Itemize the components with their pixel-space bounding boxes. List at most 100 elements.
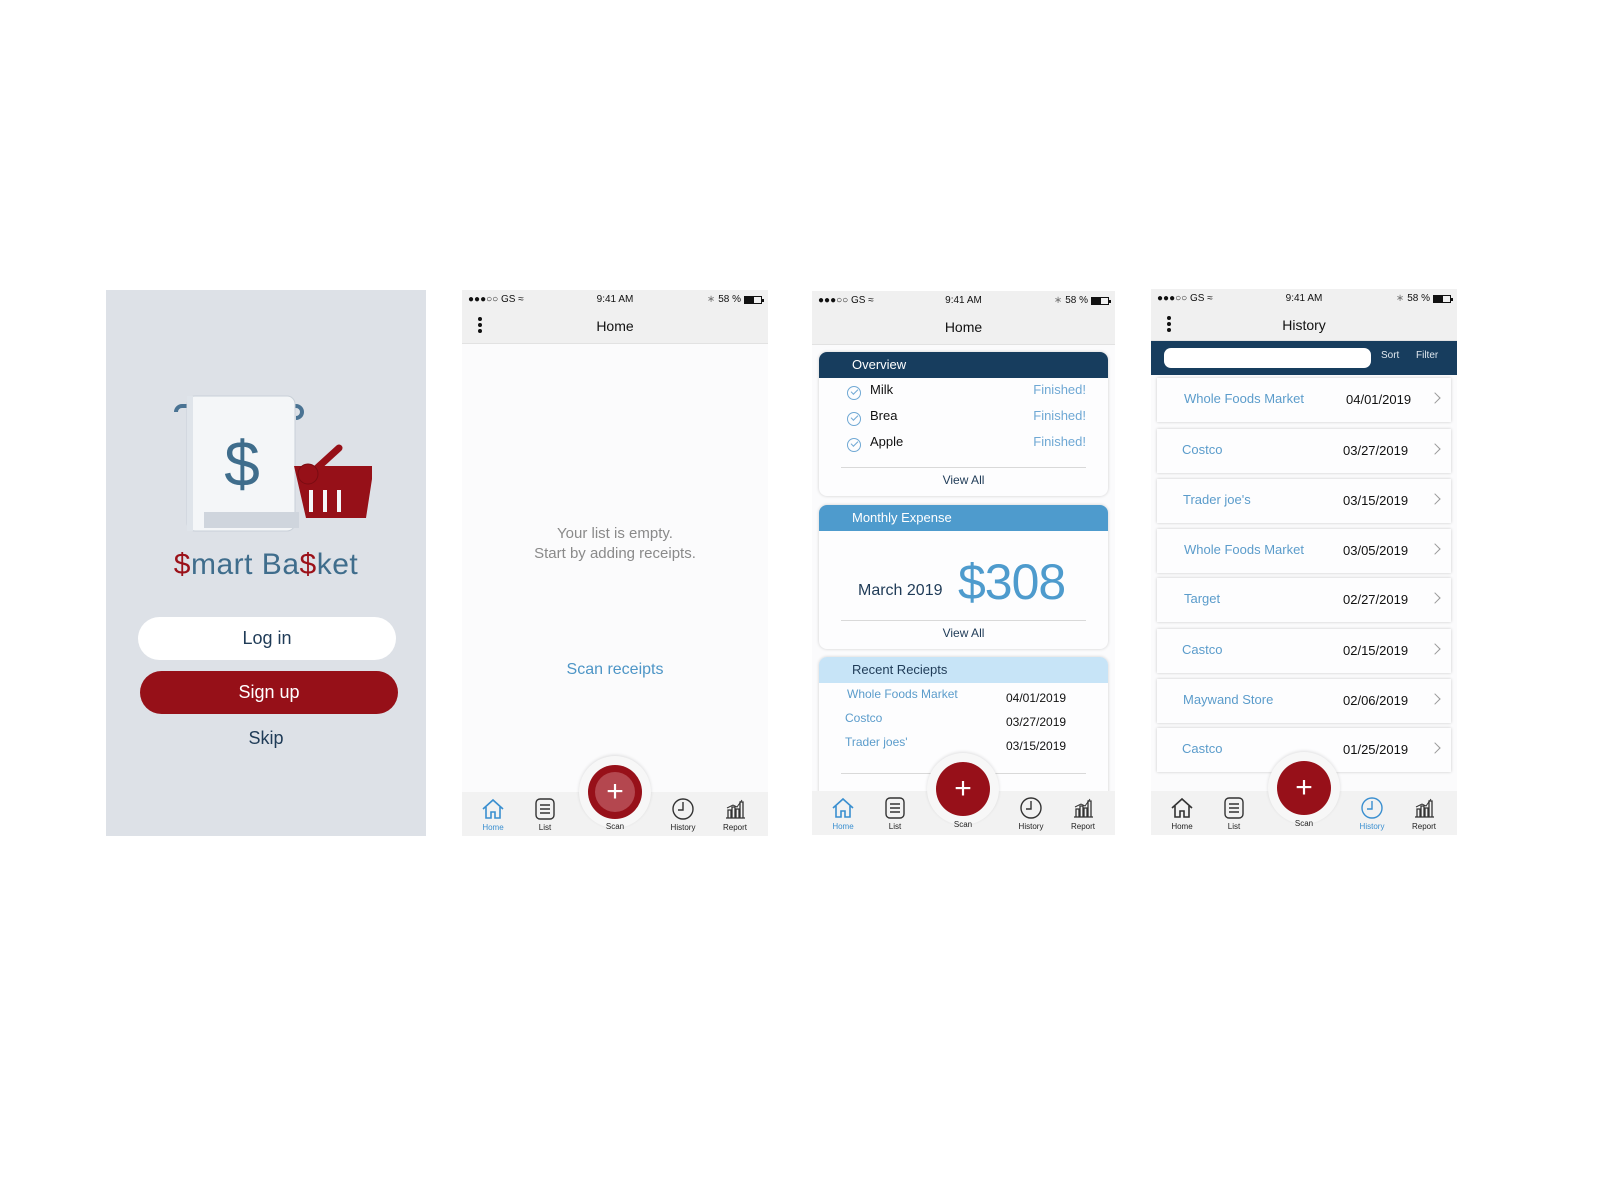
list-icon xyxy=(535,798,555,820)
history-row[interactable]: Whole Foods Market 03/05/2019 xyxy=(1157,529,1451,573)
history-row[interactable]: Castco 02/15/2019 xyxy=(1157,629,1451,673)
history-row[interactable]: Trader joe's 03/15/2019 xyxy=(1157,479,1451,523)
status-bar: ●●●○○ GS ≈ 9:41 AM ∗ 58 % xyxy=(1151,289,1457,307)
scan-button[interactable]: + xyxy=(588,765,642,819)
tab-home[interactable]: Home xyxy=(1160,795,1204,831)
tab-home[interactable]: Home xyxy=(821,795,865,831)
monthly-expense-heading: Monthly Expense xyxy=(819,505,1108,531)
expense-month: March 2019 xyxy=(858,582,943,599)
bluetooth-icon: ∗ xyxy=(706,294,716,305)
battery-status: ∗ 58 % xyxy=(1053,295,1111,306)
monthly-expense-card: Monthly Expense March 2019 $308 View All xyxy=(819,505,1108,649)
overview-item: Brea Finished! xyxy=(819,404,1108,430)
battery-icon xyxy=(744,295,764,304)
recent-receipts-heading: Recent Reciepts xyxy=(819,657,1108,683)
scan-label: Scan xyxy=(953,820,973,829)
page-title: Home xyxy=(944,319,983,335)
sort-button[interactable]: Sort xyxy=(1381,350,1399,361)
tab-history[interactable]: History xyxy=(661,796,705,832)
search-input[interactable] xyxy=(1164,348,1371,368)
filter-button[interactable]: Filter xyxy=(1416,350,1438,361)
clock-icon xyxy=(1361,797,1383,819)
chevron-right-icon xyxy=(1429,543,1441,555)
check-circle-icon xyxy=(847,438,861,452)
brand-text: mart Ba xyxy=(190,548,300,581)
recent-receipt-row[interactable]: Whole Foods Market 04/01/2019 xyxy=(819,683,1108,707)
chevron-right-icon xyxy=(1429,443,1441,455)
history-row[interactable]: Whole Foods Market 04/01/2019 xyxy=(1157,378,1451,422)
page-title: Home xyxy=(596,318,634,334)
plus-icon: + xyxy=(606,775,624,808)
svg-text:$: $ xyxy=(224,428,260,500)
tab-history[interactable]: History xyxy=(1009,795,1053,831)
history-row[interactable]: Target 02/27/2019 xyxy=(1157,578,1451,622)
chevron-right-icon xyxy=(1429,392,1441,404)
splash-screen: $ $mart Ba$ket Log in Sign up Skip xyxy=(106,290,426,836)
tab-home[interactable]: Home xyxy=(471,796,515,832)
recent-receipt-row[interactable]: Trader joes' 03/15/2019 xyxy=(819,731,1108,755)
expense-view-all-link[interactable]: View All xyxy=(819,626,1108,640)
tab-history[interactable]: History xyxy=(1350,795,1394,831)
battery-icon xyxy=(1433,294,1453,303)
overview-item: Apple Finished! xyxy=(819,430,1108,456)
empty-state-message: Your list is empty. Start by adding rece… xyxy=(534,525,696,562)
dashboard-screen: ●●●○○ GS ≈ 9:41 AM ∗ 58 % Home Overview M… xyxy=(812,291,1115,835)
bar-chart-icon xyxy=(1074,798,1093,818)
bluetooth-icon: ∗ xyxy=(1053,295,1063,306)
tab-report[interactable]: Report xyxy=(1402,795,1446,831)
plus-icon: + xyxy=(1295,771,1313,804)
chevron-right-icon xyxy=(1429,742,1441,754)
check-circle-icon xyxy=(847,386,861,400)
skip-link[interactable]: Skip xyxy=(106,728,426,749)
clock-icon xyxy=(672,798,694,820)
overview-item: Milk Finished! xyxy=(819,378,1108,404)
clock-icon xyxy=(1020,797,1042,819)
scan-receipts-link[interactable]: Scan receipts xyxy=(462,661,768,679)
overview-heading: Overview xyxy=(819,352,1108,378)
chevron-right-icon xyxy=(1429,643,1441,655)
scan-label: Scan xyxy=(605,822,625,831)
login-button[interactable]: Log in xyxy=(138,617,396,660)
bluetooth-icon: ∗ xyxy=(1395,293,1405,304)
tab-list[interactable]: List xyxy=(1212,795,1256,831)
scan-button[interactable]: + xyxy=(936,762,990,816)
history-row[interactable]: Costco 03/27/2019 xyxy=(1157,429,1451,473)
recent-receipt-row[interactable]: Costco 03/27/2019 xyxy=(819,707,1108,731)
divider xyxy=(841,620,1086,621)
bar-chart-icon xyxy=(1415,798,1434,818)
nav-bar: History xyxy=(1151,307,1457,341)
expense-amount: $308 xyxy=(958,554,1066,610)
history-screen: ●●●○○ GS ≈ 9:41 AM ∗ 58 % History Sort Fi… xyxy=(1151,289,1457,835)
tab-list[interactable]: List xyxy=(523,796,567,832)
list-icon xyxy=(885,797,905,819)
battery-status: ∗ 58 % xyxy=(1395,293,1453,304)
scan-button[interactable]: + xyxy=(1277,761,1331,815)
search-bar: Sort Filter xyxy=(1151,341,1457,375)
home-icon xyxy=(482,798,504,819)
chevron-right-icon xyxy=(1429,693,1441,705)
status-bar: ●●●○○ GS ≈ 9:41 AM ∗ 58 % xyxy=(462,290,768,308)
check-circle-icon xyxy=(847,412,861,426)
chevron-right-icon xyxy=(1429,592,1441,604)
overview-view-all-link[interactable]: View All xyxy=(819,473,1108,487)
overview-card: Overview Milk Finished! Brea Finished! A… xyxy=(819,352,1108,496)
home-icon xyxy=(832,797,854,818)
brand-text: ket xyxy=(316,548,359,581)
page-title: History xyxy=(1282,317,1326,333)
tab-report[interactable]: Report xyxy=(713,796,757,832)
nav-bar: Home xyxy=(812,309,1115,345)
bar-chart-icon xyxy=(726,799,745,819)
battery-status: ∗ 58 % xyxy=(706,294,764,305)
empty-home-screen: ●●●○○ GS ≈ 9:41 AM ∗ 58 % Home Your list … xyxy=(462,290,768,836)
brand-dollar: $ xyxy=(299,548,317,581)
status-bar: ●●●○○ GS ≈ 9:41 AM ∗ 58 % xyxy=(812,291,1115,309)
tab-report[interactable]: Report xyxy=(1061,795,1105,831)
brand-dollar: $ xyxy=(173,548,191,581)
tab-list[interactable]: List xyxy=(873,795,917,831)
history-row[interactable]: Maywand Store 02/06/2019 xyxy=(1157,679,1451,723)
signup-button[interactable]: Sign up xyxy=(140,671,398,714)
battery-icon xyxy=(1091,296,1111,305)
app-logo-wordmark: $mart Ba$ket xyxy=(106,548,426,582)
home-icon xyxy=(1171,797,1193,818)
plus-icon: + xyxy=(954,772,972,805)
